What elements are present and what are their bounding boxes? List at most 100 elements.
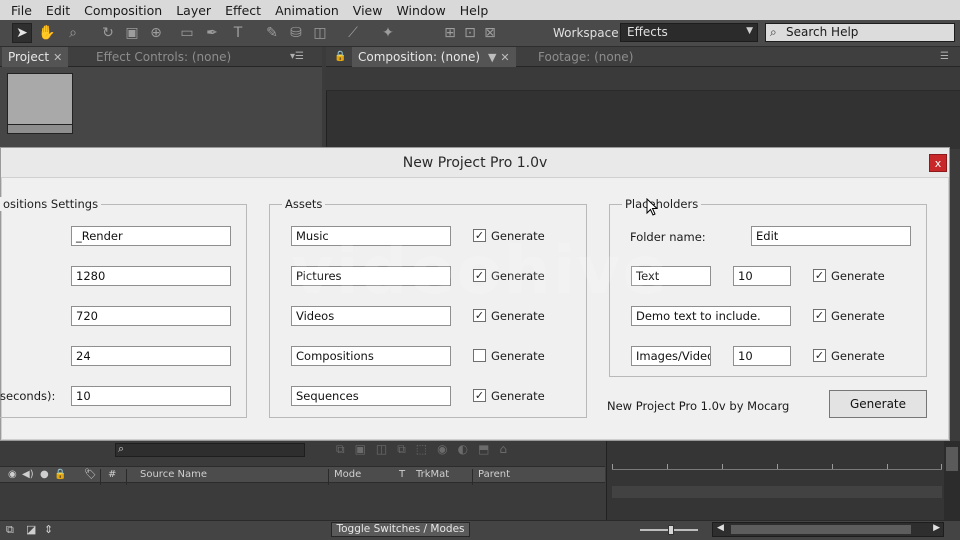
zoom-tool-icon[interactable]: ⌕ bbox=[63, 23, 83, 43]
timeline-column-header: ◉ ◀) ● 🔒 🏷 # Source Name Mode T TrkMat P… bbox=[0, 466, 605, 485]
search-help-placeholder: Search Help bbox=[786, 25, 859, 39]
brush-tool-icon[interactable]: ✎ bbox=[262, 23, 282, 43]
compositions-settings-group: ositions Settings _Render 1280 720 24 se… bbox=[0, 197, 247, 418]
lock-icon[interactable]: 🔒 bbox=[334, 51, 346, 62]
asset-videos-checkbox[interactable]: ✓ bbox=[473, 309, 486, 322]
comp-flowchart-icon[interactable]: ⧉ bbox=[6, 523, 14, 537]
eye-icon[interactable]: ◉ bbox=[8, 469, 17, 480]
hand-tool-icon[interactable]: ✋ bbox=[37, 23, 57, 43]
close-icon[interactable]: ✕ bbox=[53, 51, 62, 64]
timeline-switch-icons: ⧉▣◫⧉⬚◉◐⬒⌂ bbox=[336, 442, 518, 456]
asset-compositions-checkbox[interactable] bbox=[473, 349, 486, 362]
timeline-search-input[interactable]: ⌕ bbox=[115, 442, 305, 457]
menu-animation[interactable]: Animation bbox=[268, 3, 346, 18]
mouse-cursor-icon bbox=[646, 198, 658, 216]
workspace-dropdown[interactable]: Effects ▼ bbox=[620, 23, 758, 42]
column-trkmat: TrkMat bbox=[416, 469, 450, 480]
tab-effect-controls[interactable]: Effect Controls: (none) bbox=[90, 47, 237, 67]
camera-tool-icon[interactable]: ▣ bbox=[122, 23, 142, 43]
placeholder-text-field[interactable]: Text bbox=[631, 266, 711, 286]
horizontal-scrollbar[interactable]: ◀ ▶ bbox=[712, 522, 944, 537]
label-icon[interactable]: 🏷 bbox=[84, 469, 97, 480]
toggle-switches-modes-button[interactable]: Toggle Switches / Modes bbox=[331, 522, 470, 537]
work-area-bar[interactable] bbox=[612, 486, 942, 498]
placeholders-group: Placeholders Folder name: Edit Text 10 ✓… bbox=[609, 197, 927, 377]
asset-pictures-checkbox[interactable]: ✓ bbox=[473, 269, 486, 282]
scroll-left-icon[interactable]: ◀ bbox=[717, 523, 724, 533]
placeholder-text-checkbox[interactable]: ✓ bbox=[813, 269, 826, 282]
tab-footage[interactable]: Footage: (none) bbox=[532, 47, 639, 67]
pen-tool-icon[interactable]: ✒ bbox=[202, 23, 222, 43]
axis-world-icon[interactable]: ⊡ bbox=[460, 23, 480, 43]
demo-text-checkbox[interactable]: ✓ bbox=[813, 309, 826, 322]
close-button[interactable]: x bbox=[929, 154, 947, 172]
asset-videos-field[interactable]: Videos bbox=[291, 306, 451, 326]
pan-behind-tool-icon[interactable]: ⊕ bbox=[146, 23, 166, 43]
placeholder-images-generate-label: Generate bbox=[831, 349, 885, 363]
group-label-placeholders: Placeholders bbox=[622, 197, 702, 211]
scroll-right-icon[interactable]: ▶ bbox=[933, 523, 940, 533]
asset-sequences-field[interactable]: Sequences bbox=[291, 386, 451, 406]
panel-menu-icon[interactable]: ☰ bbox=[940, 51, 949, 62]
menu-file[interactable]: File bbox=[4, 3, 39, 18]
tab-project[interactable]: Project ✕ bbox=[2, 47, 69, 67]
tab-footage-label: Footage: (none) bbox=[538, 50, 634, 64]
assets-group: Assets Music ✓ Generate Pictures ✓ Gener… bbox=[269, 197, 587, 418]
vertical-scrollbar[interactable] bbox=[944, 441, 960, 521]
comp-name-field[interactable]: _Render bbox=[71, 226, 231, 246]
thumbnail-bar bbox=[7, 124, 73, 134]
text-tool-icon[interactable]: T bbox=[228, 23, 248, 43]
tools-panel: ➤ ✋ ⌕ ↻ ▣ ⊕ ▭ ✒ T ✎ ⛁ ◫ ⟋ ✦ ⊞ ⊡ ⊠ Worksp… bbox=[0, 20, 960, 47]
folder-name-field[interactable]: Edit bbox=[751, 226, 911, 246]
axis-local-icon[interactable]: ⊞ bbox=[440, 23, 460, 43]
render-icon[interactable]: ◪ bbox=[26, 523, 36, 536]
expand-icon[interactable]: ⇕ bbox=[44, 523, 53, 536]
puppet-tool-icon[interactable]: ✦ bbox=[378, 23, 398, 43]
menu-layer[interactable]: Layer bbox=[169, 3, 218, 18]
selection-tool-icon[interactable]: ➤ bbox=[12, 23, 32, 43]
zoom-slider-handle[interactable] bbox=[668, 525, 674, 535]
chevron-down-icon[interactable]: ▼ bbox=[488, 51, 496, 64]
comp-width-field[interactable]: 1280 bbox=[71, 266, 231, 286]
comp-duration-field[interactable]: 10 bbox=[71, 386, 231, 406]
menu-help[interactable]: Help bbox=[453, 3, 496, 18]
placeholder-images-count-field[interactable]: 10 bbox=[733, 346, 791, 366]
clone-stamp-tool-icon[interactable]: ⛁ bbox=[286, 23, 306, 43]
composition-strip bbox=[326, 67, 960, 91]
asset-sequences-checkbox[interactable]: ✓ bbox=[473, 389, 486, 402]
lock-icon[interactable]: 🔒 bbox=[54, 469, 66, 480]
menu-window[interactable]: Window bbox=[389, 3, 452, 18]
asset-music-checkbox[interactable]: ✓ bbox=[473, 229, 486, 242]
solo-icon[interactable]: ● bbox=[40, 469, 49, 480]
tab-composition[interactable]: Composition: (none) ▼ ✕ bbox=[352, 47, 516, 67]
eraser-tool-icon[interactable]: ◫ bbox=[310, 23, 330, 43]
roto-brush-tool-icon[interactable]: ⟋ bbox=[343, 23, 363, 43]
comp-framerate-field[interactable]: 24 bbox=[71, 346, 231, 366]
panel-menu-icon[interactable]: ▾☰ bbox=[290, 51, 304, 62]
asset-pictures-field[interactable]: Pictures bbox=[291, 266, 451, 286]
audio-icon[interactable]: ◀) bbox=[22, 469, 34, 480]
generate-button[interactable]: Generate bbox=[829, 390, 927, 418]
new-project-pro-dialog: New Project Pro 1.0v x ositions Settings… bbox=[0, 147, 950, 441]
axis-view-icon[interactable]: ⊠ bbox=[480, 23, 500, 43]
search-help-input[interactable]: ⌕ Search Help bbox=[765, 23, 955, 42]
menu-composition[interactable]: Composition bbox=[77, 3, 169, 18]
column-number: # bbox=[108, 469, 117, 480]
placeholder-images-checkbox[interactable]: ✓ bbox=[813, 349, 826, 362]
menu-edit[interactable]: Edit bbox=[39, 3, 77, 18]
placeholder-images-field[interactable]: Images/Videos bbox=[631, 346, 711, 366]
tab-composition-label: Composition: (none) bbox=[358, 50, 481, 64]
close-icon[interactable]: ✕ bbox=[500, 51, 509, 64]
rotate-tool-icon[interactable]: ↻ bbox=[98, 23, 118, 43]
rectangle-tool-icon[interactable]: ▭ bbox=[177, 23, 197, 43]
time-ruler[interactable] bbox=[612, 462, 942, 470]
asset-music-generate-label: Generate bbox=[491, 229, 545, 243]
asset-music-field[interactable]: Music bbox=[291, 226, 451, 246]
menu-effect[interactable]: Effect bbox=[218, 3, 268, 18]
demo-text-field[interactable]: Demo text to include. bbox=[631, 306, 791, 326]
asset-compositions-field[interactable]: Compositions bbox=[291, 346, 451, 366]
placeholder-text-count-field[interactable]: 10 bbox=[733, 266, 791, 286]
menu-view[interactable]: View bbox=[346, 3, 390, 18]
workspace-value: Effects bbox=[627, 25, 668, 39]
comp-height-field[interactable]: 720 bbox=[71, 306, 231, 326]
